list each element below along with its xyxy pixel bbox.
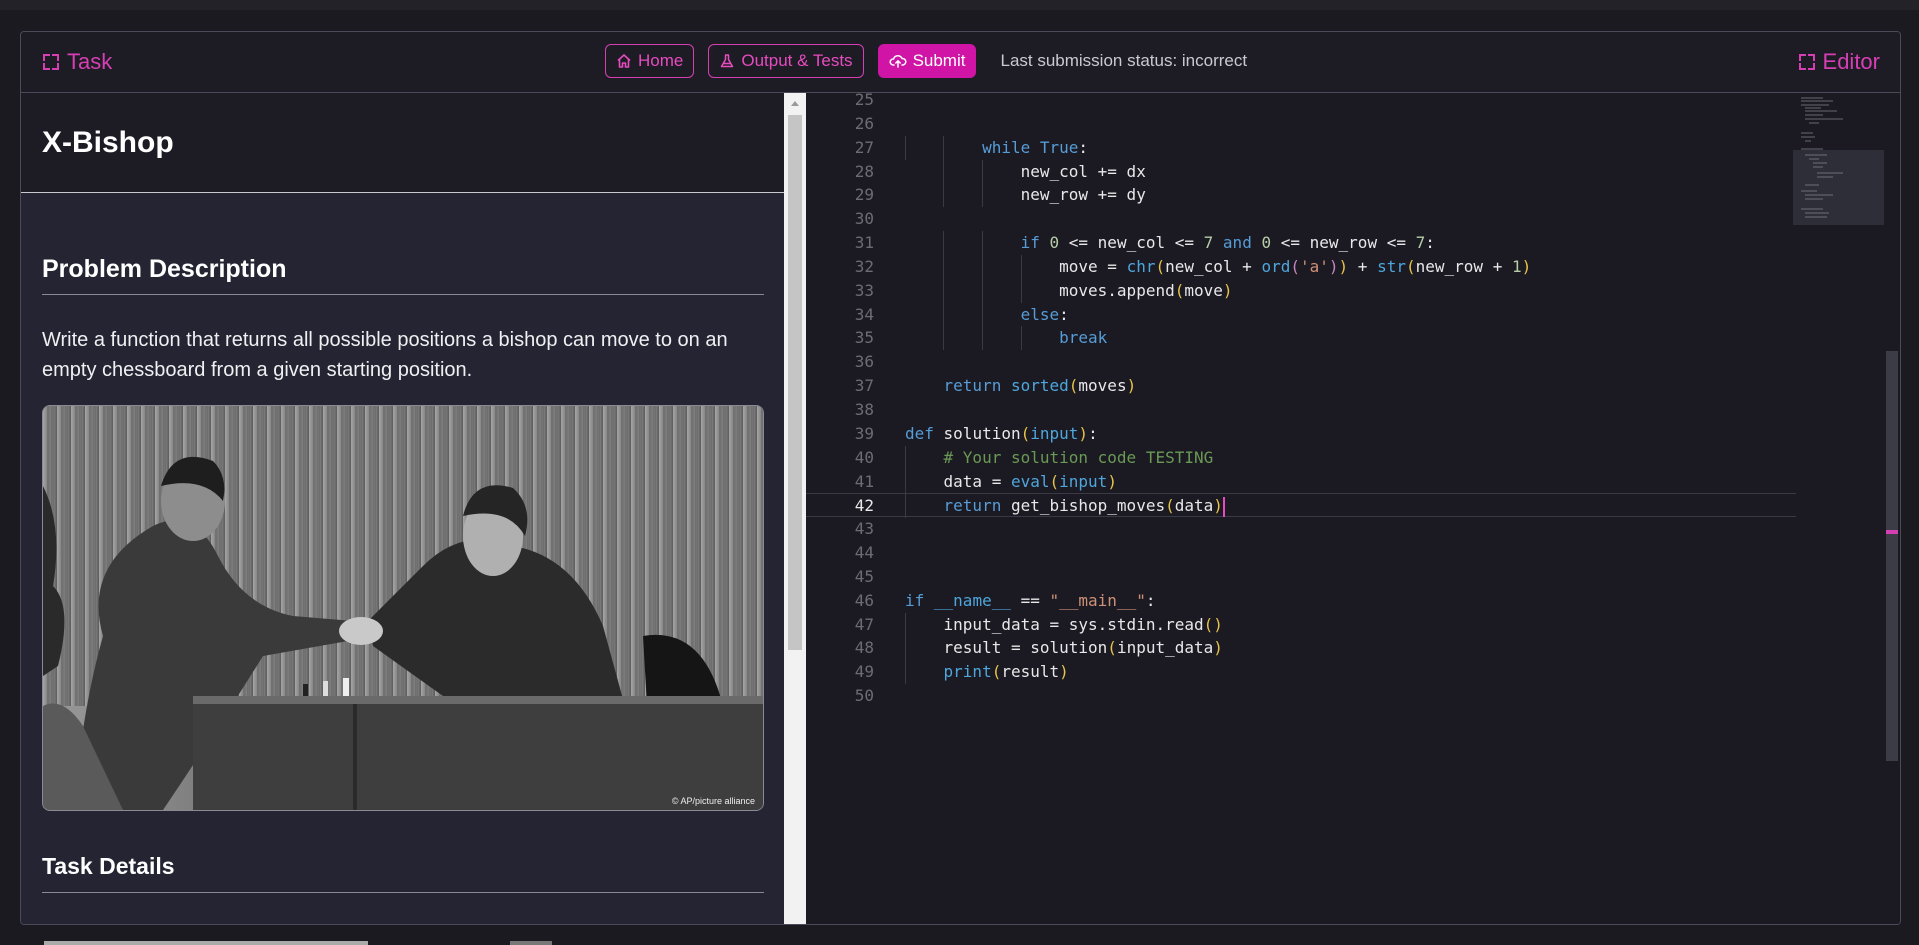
line-number: 36: [854, 352, 874, 372]
flask-icon: [721, 54, 734, 68]
line-number: 42: [854, 496, 874, 516]
home-label: Home: [638, 51, 684, 70]
task-details-heading: Task Details: [42, 853, 764, 893]
code-line: 48 result = solution(input_data): [806, 636, 1796, 661]
code-line: 46 if __name__ == "__main__":: [806, 589, 1796, 613]
code-lines[interactable]: 25 26 27 while True: 28 new_col += dx 29…: [806, 93, 1796, 708]
horizontal-scrollbar-left[interactable]: [44, 941, 368, 945]
editor-scrollbar-thumb[interactable]: [1886, 351, 1898, 761]
output-tests-button[interactable]: Output & Tests: [708, 44, 864, 78]
code-line: 29 new_row += dy: [806, 183, 1796, 208]
scroll-up-icon[interactable]: [791, 101, 799, 106]
line-number: 39: [854, 423, 874, 443]
chess-photo: © AP/picture alliance: [42, 405, 764, 811]
code-line: 49 print(result): [806, 660, 1796, 685]
code-line: 36: [806, 350, 1796, 374]
line-number: 37: [854, 376, 874, 396]
cursor-position-marker: [1886, 530, 1898, 534]
code-line: 38: [806, 398, 1796, 422]
line-number: 33: [854, 280, 874, 300]
line-number: 26: [854, 113, 874, 133]
line-number: 31: [854, 233, 874, 253]
line-number: 48: [854, 638, 874, 658]
submission-status: Last submission status: incorrect: [1000, 51, 1248, 70]
code-line: 45: [806, 565, 1796, 589]
header-actions: Home Output & Tests Submit Last submissi…: [605, 44, 1247, 78]
code-line: 47 input_data = sys.stdin.read(): [806, 612, 1796, 637]
code-line-active: 42 return get_bishop_moves(data): [806, 493, 1796, 519]
expand-icon: [43, 54, 59, 70]
scrollbar-thumb[interactable]: [788, 115, 802, 650]
minimap-lines: [1801, 97, 1843, 218]
chess-photo-image: [43, 406, 763, 810]
line-number: 38: [854, 399, 874, 419]
home-button[interactable]: Home: [605, 44, 695, 78]
code-line: 27 while True:: [806, 135, 1796, 160]
task-pane-scrollbar[interactable]: [784, 93, 806, 924]
text-caret: [1222, 496, 1225, 517]
window-top-strip: [0, 0, 1919, 10]
code-line: 44: [806, 541, 1796, 565]
code-line: 32 move = chr(new_col + ord('a')) + str(…: [806, 254, 1796, 279]
code-line: 31 if 0 <= new_col <= 7 and 0 <= new_row…: [806, 231, 1796, 255]
code-line: 50: [806, 684, 1796, 708]
line-number: 47: [854, 614, 874, 634]
code-line: 28 new_col += dx: [806, 159, 1796, 184]
line-number: 34: [854, 304, 874, 324]
line-number: 50: [854, 686, 874, 706]
task-pane-toggle[interactable]: Task: [43, 49, 112, 75]
top-header: Task Home Output & Tests Submit Last sub…: [21, 32, 1900, 93]
code-line: 35 break: [806, 326, 1796, 351]
line-number: 28: [854, 161, 874, 181]
line-number: 27: [854, 137, 874, 157]
line-number: 35: [854, 328, 874, 348]
app-frame: Task Home Output & Tests Submit Last sub…: [20, 31, 1901, 925]
problem-description-text: Write a function that returns all possib…: [42, 329, 728, 381]
code-line: 33 moves.append(move): [806, 278, 1796, 303]
submit-label: Submit: [912, 51, 966, 70]
line-number: 25: [854, 93, 874, 109]
editor-scrollbar[interactable]: [1884, 93, 1900, 924]
line-number: 30: [854, 209, 874, 229]
code-line: 39 def solution(input):: [806, 422, 1796, 446]
line-number: 41: [854, 471, 874, 491]
line-number: 49: [854, 662, 874, 682]
problem-description-heading: Problem Description: [42, 255, 764, 295]
output-tests-label: Output & Tests: [741, 51, 853, 70]
line-number: 46: [854, 590, 874, 610]
line-number: 40: [854, 447, 874, 467]
task-pane[interactable]: X-Bishop Problem Description Write a fun…: [21, 93, 784, 924]
code-line: 37 return sorted(moves): [806, 374, 1796, 398]
submit-button[interactable]: Submit: [877, 44, 977, 78]
code-editor[interactable]: 25 26 27 while True: 28 new_col += dx 29…: [806, 93, 1900, 924]
home-icon: [617, 54, 631, 68]
code-line: 43: [806, 517, 1796, 541]
code-minimap[interactable]: [1793, 93, 1896, 225]
code-line: 34 else:: [806, 302, 1796, 327]
line-number: 32: [854, 256, 874, 276]
expand-icon: [1798, 54, 1815, 70]
editor-pane-toggle[interactable]: Editor: [1798, 49, 1880, 75]
photo-credit: © AP/picture alliance: [671, 796, 755, 806]
horizontal-scrollbar-right[interactable]: [510, 941, 552, 945]
line-number: 43: [854, 519, 874, 539]
code-line: 40 # Your solution code TESTING: [806, 445, 1796, 470]
cloud-upload-icon: [889, 54, 907, 68]
editor-label: Editor: [1822, 49, 1880, 74]
task-title-bar: X-Bishop: [21, 93, 784, 193]
line-number: 44: [854, 543, 874, 563]
line-number: 45: [854, 566, 874, 586]
code-line: 30: [806, 207, 1796, 231]
task-title: X-Bishop: [42, 125, 174, 159]
task-label: Task: [67, 49, 113, 74]
code-line: 26: [806, 112, 1796, 136]
code-line: 41 data = eval(input): [806, 469, 1796, 494]
code-line: 25: [806, 93, 1796, 112]
line-number: 29: [854, 185, 874, 205]
